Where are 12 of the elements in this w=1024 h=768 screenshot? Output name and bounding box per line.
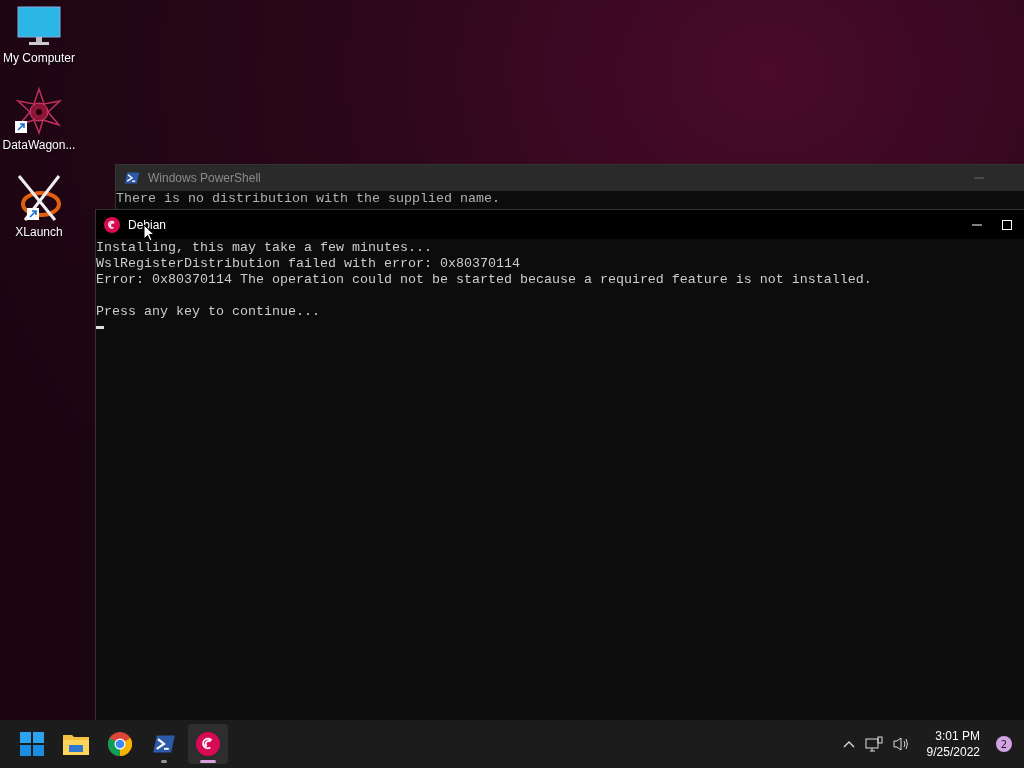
desktop-icon-label[interactable]: XLaunch — [15, 225, 63, 239]
console-line: WslRegisterDistribution failed with error: 0x80370114 — [96, 256, 521, 272]
console-line: Installing, this may take a few minutes... — [96, 240, 433, 256]
console-line: There is no distribution with the supplied name. — [116, 191, 501, 206]
console-line: Press any key to continue... — [96, 304, 321, 320]
notification-badge[interactable]: 2 — [996, 736, 1012, 752]
clock-date[interactable]: 9/25/2022 — [926, 744, 980, 760]
console-line: Error: 0x80370114 The operation could not be started because a required feature is not installed. — [96, 272, 873, 288]
clock-time[interactable]: 3:01 PM — [935, 728, 980, 744]
desktop-icon-label[interactable]: DataWagon... — [2, 138, 76, 152]
desktop-icon-label[interactable]: My Computer — [3, 51, 75, 65]
window-title: Windows PowerShell — [148, 171, 261, 185]
